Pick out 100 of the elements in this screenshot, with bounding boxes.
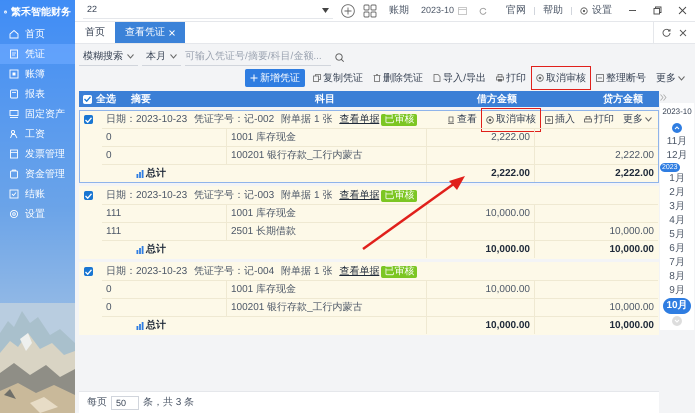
column-header: 科目 <box>315 94 335 104</box>
search-field[interactable]: 可输入凭证号/摘要/科目/金额... <box>185 48 331 66</box>
table-cell: 10,000.00 <box>534 223 658 240</box>
period-label: 账期 <box>389 4 409 18</box>
dropdown-arrow-icon <box>322 8 329 12</box>
table-cell: 1001 库存现金 <box>226 281 426 298</box>
table-cell-text: 0 <box>105 149 113 163</box>
bar-chart-icon <box>136 170 144 178</box>
voucher-card[interactable]: 日期：2023-10-23 凭证字号：记-002 附单据 1 张 查看单据 已审核 查看 取消审核 插入 打印 更多 0 1001 库存现金 2,222.00 0 100201 银行存款_工行内蒙古 2,222.00 总计 2,222.00 2,222.00 <box>79 110 659 183</box>
tab[interactable]: 查看凭证 <box>115 22 185 43</box>
total-label: 总计 <box>146 242 166 257</box>
table-cell: 10,000.00 <box>534 299 658 316</box>
grid-icon[interactable] <box>363 4 377 18</box>
table-cell: 1001 库存现金 <box>226 205 426 222</box>
table-cell: 2501 长期借款 <box>226 223 426 240</box>
toolbar-button[interactable]: 整理断号 <box>594 69 648 87</box>
toolbar-button[interactable]: 查看 <box>445 110 479 128</box>
clipboard-icon <box>9 89 19 99</box>
more-menu[interactable]: 更多 <box>621 110 654 128</box>
settings-icon <box>9 209 19 219</box>
trash-icon <box>373 74 382 82</box>
checklist-icon <box>9 189 19 199</box>
page-size-field[interactable]: 50 <box>111 396 139 410</box>
scroll-up-icon[interactable] <box>672 123 682 133</box>
caret-icon <box>170 54 177 59</box>
company-select[interactable]: 22 <box>83 2 333 18</box>
caret-icon <box>678 76 685 80</box>
status-tag: 已审核 <box>381 266 418 278</box>
column-header: 借方金额 <box>477 94 517 104</box>
period-value: 2023-10 <box>421 4 454 17</box>
insert-icon <box>545 116 553 124</box>
table-cell: 2,222.00 <box>426 129 534 146</box>
header-link[interactable]: 帮助 <box>543 3 563 18</box>
per-page-label: 每页 <box>87 396 107 410</box>
voucher-number: 凭证字号：记-003 <box>194 188 274 203</box>
check-icon <box>84 96 91 102</box>
toolbar-button[interactable]: 取消审核 <box>484 110 538 128</box>
wallet-icon <box>9 169 19 179</box>
calendar-icon <box>458 6 468 15</box>
caret-icon <box>127 54 134 59</box>
view-icon <box>447 116 455 124</box>
toolbar-button[interactable]: 打印 <box>582 110 616 128</box>
record-count: 条，共 3 条 <box>143 396 194 410</box>
table-cell-text: 111 <box>105 225 122 239</box>
check-icon <box>85 192 92 198</box>
table-cell: 100201 银行存款_工行内蒙古 <box>226 299 426 316</box>
toolbar-button[interactable]: 删除凭证 <box>371 69 426 87</box>
toolbar-button[interactable]: 新增凭证 <box>245 69 306 87</box>
view-documents-link[interactable]: 查看单据 <box>339 264 380 279</box>
invoice-icon <box>9 149 19 159</box>
settings-icon[interactable] <box>580 6 588 14</box>
plus-icon <box>250 74 258 82</box>
company-name: 22 <box>87 3 98 16</box>
add-icon[interactable] <box>341 4 355 18</box>
toolbar-button[interactable]: 打印 <box>494 69 528 87</box>
total-cell: 10,000.00 <box>534 317 658 334</box>
table-cell: 1001 库存现金 <box>226 129 426 146</box>
printer-icon <box>584 116 592 124</box>
toolbar-button[interactable]: 插入 <box>543 110 577 128</box>
month-item[interactable]: 10月 <box>663 298 691 314</box>
total-cell: 10,000.00 <box>426 317 534 334</box>
header-link[interactable]: 设置 <box>592 3 612 18</box>
table-cell-text: 0 <box>105 131 113 145</box>
table-cell: 10,000.00 <box>426 281 534 298</box>
voucher-number: 凭证字号：记-004 <box>194 264 274 279</box>
table-cell-text: 0 <box>105 301 113 315</box>
home-icon <box>9 29 19 39</box>
status-tag: 已审核 <box>381 114 418 126</box>
file-icon <box>433 74 442 82</box>
tab[interactable]: 首页 <box>75 22 115 43</box>
table-cell-text: 0 <box>105 283 113 297</box>
voucher-card[interactable]: 日期：2023-10-23 凭证字号：记-004 附单据 1 张 查看单据 已审核 0 1001 库存现金 10,000.00 0 100201 银行存款_工行内蒙古 10,000.00 总计 10,000.00 10,000.00 <box>79 262 659 335</box>
caret-icon <box>645 117 652 122</box>
monitor-icon <box>9 109 19 119</box>
total-label: 总计 <box>146 166 166 181</box>
close-icon[interactable] <box>678 6 687 15</box>
more-menu[interactable]: 更多 <box>654 69 687 87</box>
toolbar-button[interactable]: 取消审核 <box>534 69 588 87</box>
app-logo-text: 繁禾智能财务 <box>11 6 71 20</box>
period-field[interactable]: 2023-10 <box>417 2 472 18</box>
record-icon <box>486 116 494 124</box>
search-icon[interactable] <box>335 52 344 62</box>
checkbox[interactable] <box>83 94 92 104</box>
voucher-number: 凭证字号：记-002 <box>194 112 274 127</box>
view-documents-link[interactable]: 查看单据 <box>339 188 380 203</box>
voucher-date: 日期：2023-10-23 <box>106 188 188 203</box>
view-documents-link[interactable]: 查看单据 <box>339 112 380 127</box>
header-link[interactable]: 官网 <box>506 3 526 18</box>
toolbar-button[interactable]: 复制凭证 <box>311 69 366 87</box>
filter-dropdown[interactable]: 本月 <box>142 48 181 66</box>
check-icon <box>85 268 92 274</box>
current-period: 2023-10 <box>662 106 692 118</box>
maximize-icon[interactable] <box>653 6 662 15</box>
voucher-card[interactable]: 日期：2023-10-23 凭证字号：记-003 附单据 1 张 查看单据 已审核 111 1001 库存现金 10,000.00 111 2501 长期借款 10,000.00 总计 10,000.00 10,000.00 <box>79 186 659 259</box>
filter-dropdown[interactable]: 模糊搜索 <box>79 48 138 66</box>
close-icon[interactable] <box>679 28 687 36</box>
attachment-count: 附单据 1 张 <box>281 188 332 203</box>
toolbar-button[interactable]: 导入/导出 <box>431 69 488 87</box>
refresh-icon[interactable] <box>662 28 671 37</box>
table-cell: 2,222.00 <box>534 147 658 164</box>
